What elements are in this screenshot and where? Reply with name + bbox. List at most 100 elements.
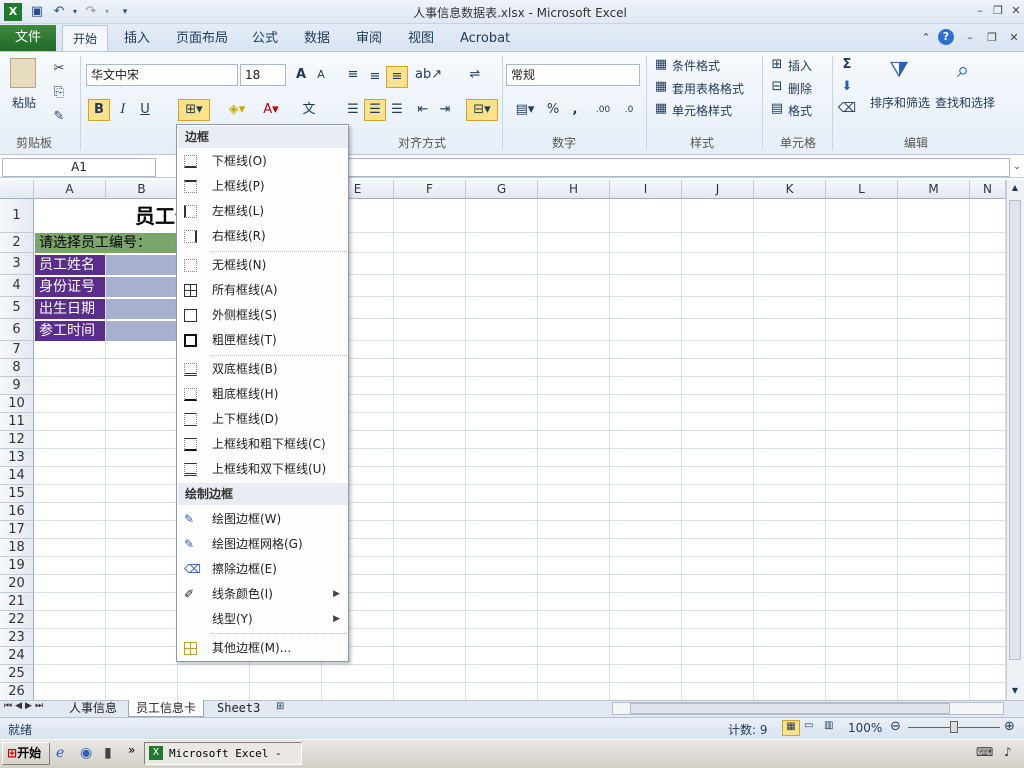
menu-item-top-border[interactable]: 上框线(P) [178,174,348,199]
save-icon[interactable]: ▣ [28,3,46,21]
start-button[interactable]: ⊞开始 [2,742,50,765]
cell-value-birth[interactable] [106,299,186,320]
bold-button[interactable]: B [88,99,110,121]
minimize-icon[interactable]: – [972,3,988,19]
row-header[interactable]: 20 [0,575,34,593]
row-header[interactable]: 15 [0,485,34,503]
column-header[interactable]: H [538,180,610,199]
zoom-in-icon[interactable]: ⊕ [1004,719,1015,734]
delete-cells-button[interactable]: 删除 [788,80,812,97]
underline-button[interactable]: U [134,99,156,121]
menu-item-top-thick-bottom-border[interactable]: 上框线和粗下框线(C) [178,432,348,457]
zoom-slider-thumb[interactable] [950,721,958,733]
row-header[interactable]: 10 [0,395,34,413]
row-header[interactable]: 1 [0,199,34,233]
format-as-table-button[interactable]: 套用表格格式 [672,80,744,97]
normal-view-icon[interactable]: ▦ [782,720,800,736]
collapse-ribbon-icon[interactable]: ⌃ [918,30,934,46]
quicklaunch-app-icon[interactable]: ▮ [104,745,112,761]
keyboard-tray-icon[interactable]: ⌨ [976,745,993,759]
customize-toolbar-icon[interactable]: ▾ [116,3,134,21]
page-break-view-icon[interactable]: ▥ [824,720,840,731]
font-color-icon[interactable]: A▾ [256,99,286,121]
row-header[interactable]: 8 [0,359,34,377]
cell-label-id[interactable]: 身份证号 [35,277,105,298]
increase-indent-icon[interactable]: ⇥ [434,99,456,121]
workbook-close-icon[interactable]: ✕ [1006,30,1022,46]
increase-font-icon[interactable]: A [290,64,312,86]
cell-title[interactable]: 员工信 [35,199,195,233]
sort-filter-icon[interactable]: ⧩ [884,58,914,88]
column-header[interactable]: L [826,180,898,199]
cut-icon[interactable]: ✂ [48,58,70,80]
insert-cells-button[interactable]: 插入 [788,57,812,74]
vertical-scroll-thumb[interactable] [1009,200,1021,660]
italic-button[interactable]: I [112,99,134,121]
scroll-up-icon[interactable]: ▲ [1008,183,1022,197]
cell-label-name[interactable]: 员工姓名 [35,255,105,276]
row-header[interactable]: 5 [0,297,34,319]
accounting-format-icon[interactable]: ▤▾ [510,99,540,121]
column-header[interactable]: M [898,180,970,199]
find-select-button[interactable]: 查找和选择 [935,94,995,111]
merge-center-icon[interactable]: ⊟▾ [466,99,498,121]
clear-icon[interactable]: ⌫ [836,98,858,120]
horizontal-scroll-thumb[interactable] [630,703,950,714]
row-header[interactable]: 22 [0,611,34,629]
row-header[interactable]: 13 [0,449,34,467]
column-header[interactable]: J [682,180,754,199]
cell-value-name[interactable] [106,255,186,276]
autosum-button[interactable]: Σ [836,54,858,76]
sheet-tab-sheet3[interactable]: Sheet3 [210,700,267,717]
align-center-icon[interactable]: ☰ [364,99,386,121]
row-header[interactable]: 19 [0,557,34,575]
find-select-icon[interactable]: ⌕ [948,58,978,88]
workbook-minimize-icon[interactable]: – [962,30,978,46]
cell-value-work-start[interactable] [106,321,186,342]
number-format-combo[interactable]: 常规 [506,64,640,86]
cell-prompt[interactable]: 请选择员工编号： [35,233,185,253]
copy-icon[interactable]: ⎘ [48,82,70,104]
quicklaunch-more-icon[interactable]: » [128,743,135,757]
menu-item-top-bottom-border[interactable]: 上下框线(D) [178,407,348,432]
cell-value-id[interactable] [106,277,186,298]
expand-formula-icon[interactable]: ⌄ [1010,158,1024,177]
decrease-decimal-icon[interactable]: .0 [618,99,640,121]
percent-button[interactable]: % [542,99,564,121]
row-header[interactable]: 26 [0,683,34,701]
zoom-level[interactable]: 100% [848,721,882,735]
fill-color-icon[interactable]: ◈▾ [222,99,252,121]
column-header[interactable]: N [970,180,1006,199]
menu-item-thick-bottom-border[interactable]: 粗底框线(H) [178,382,348,407]
tab-data[interactable]: 数据 [298,28,336,50]
menu-item-line-color[interactable]: ✐ 线条颜色(I) ▶ [178,582,348,607]
tab-file[interactable]: 文件 [0,25,56,51]
column-header[interactable]: B [106,180,178,199]
insert-sheet-icon[interactable]: ⊞ [276,701,294,712]
workbook-restore-icon[interactable]: ❐ [984,30,1000,46]
font-name-combo[interactable]: 华文中宋 [86,64,238,86]
decrease-font-icon[interactable]: A [310,64,332,86]
row-header[interactable]: 3 [0,253,34,275]
conditional-format-button[interactable]: 条件格式 [672,57,720,74]
column-header[interactable]: F [394,180,466,199]
help-icon[interactable]: ? [938,29,954,45]
row-header[interactable]: 24 [0,647,34,665]
column-header[interactable]: G [466,180,538,199]
restore-icon[interactable]: ❐ [990,3,1006,19]
tab-view[interactable]: 视图 [402,28,440,50]
tab-home[interactable]: 开始 [62,25,108,52]
menu-item-erase-border[interactable]: ⌫ 擦除边框(E) [178,557,348,582]
name-box[interactable]: A1 [2,158,156,177]
row-header[interactable]: 23 [0,629,34,647]
taskbar-excel-button[interactable]: XMicrosoft Excel - ... [144,742,302,765]
row-header[interactable]: 12 [0,431,34,449]
sort-filter-button[interactable]: 排序和筛选 [870,94,930,111]
menu-item-more-borders[interactable]: 其他边框(M)... [178,636,348,661]
menu-item-right-border[interactable]: 右框线(R) [178,224,348,249]
row-header[interactable]: 16 [0,503,34,521]
orientation-icon[interactable]: ab↗ [414,64,442,86]
row-header[interactable]: 18 [0,539,34,557]
row-header[interactable]: 17 [0,521,34,539]
menu-item-draw-border[interactable]: ✎ 绘图边框(W) [178,507,348,532]
